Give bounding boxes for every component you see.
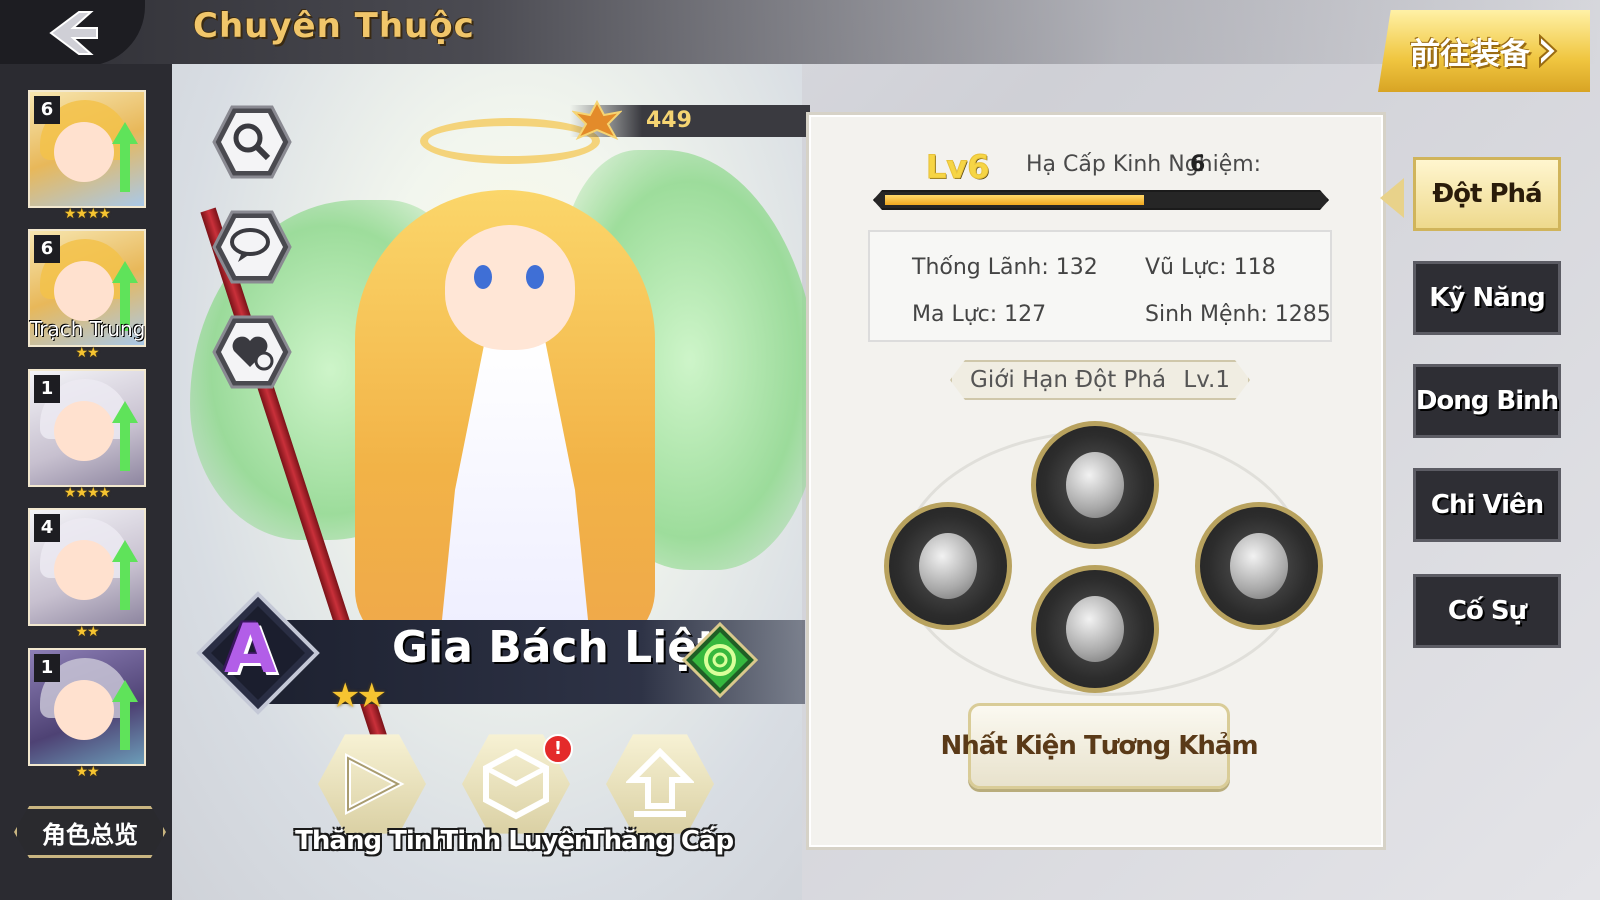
search-icon [212,105,292,179]
chevron-right-icon [1539,34,1558,68]
hero-stars: ★★ [75,345,99,361]
hero-thumb-face [54,401,114,461]
hero-thumb-face [54,122,114,182]
upgrade-arrow-icon [112,680,138,750]
stat-force-label: Vũ Lực: [1145,255,1227,280]
gem-slot-right[interactable] [1195,502,1323,630]
level-up-label: Thăng Cấp [586,826,734,856]
hero-stars: ★★★★ [63,206,111,222]
refine-label: Tinh Luyện [440,826,593,856]
chat-search-icon [212,210,292,284]
favorite-button[interactable] [212,315,292,389]
heart-plus-icon [212,315,292,389]
stat-life-value: 1285 [1274,302,1331,327]
stat-life: Sinh Mệnh: 1285 [1145,302,1331,327]
equip-all-button[interactable]: Nhất Kiện Tương Khảm [940,703,1259,789]
stat-force-value: 118 [1233,255,1276,280]
hero-card[interactable]: 6 [28,90,146,208]
hero-face [445,225,575,350]
gem-slot-bottom[interactable] [1031,565,1159,693]
tab-mercenary[interactable]: Dong Binh [1413,364,1561,438]
stat-force: Vũ Lực: 118 [1145,255,1276,280]
stat-command: Thống Lãnh: 132 [912,255,1098,280]
limit-level: Lv.1 [1183,367,1230,393]
hero-thumb-face [54,540,114,600]
hero-card[interactable]: 1 [28,648,146,766]
tab-skills[interactable]: Kỹ Năng [1413,261,1561,335]
exp-progress-bar [873,190,1329,210]
stat-life-label: Sinh Mệnh: [1145,302,1268,327]
hero-list: 6 ★★★★ 6 Trạch Trung ★★ 1 ★★★★ 4 ★★ 1 ★★ [0,64,172,900]
breakthrough-limit-label: Giới Hạn Đột Phá Lv.1 [950,360,1250,400]
equip-all-label: Nhất Kiện Tương Khảm [940,731,1258,761]
refine-icon [483,748,549,820]
hero-card[interactable]: 1 [28,369,146,487]
exp-label: Hạ Cấp Kinh Nghiệm: [1026,152,1262,177]
hero-name-label: Trạch Trung [30,317,146,341]
level-up-button[interactable]: Thăng Cấp [587,730,734,860]
tab-label: Đột Phá [1432,179,1542,209]
upgrade-arrow-icon [112,540,138,610]
hero-eye [474,265,492,289]
character-overview-button[interactable]: 角色总览 [14,806,166,858]
tab-breakthrough[interactable]: Đột Phá [1413,157,1561,231]
exp-value: 6 [1190,152,1206,177]
voice-preview-button[interactable] [212,210,292,284]
tab-label: Chi Viên [1430,490,1544,520]
ascend-icon [345,753,405,815]
tab-label: Dong Binh [1415,386,1559,416]
level-up-icon [626,748,694,817]
stat-magic-value: 127 [1004,302,1047,327]
zoom-button[interactable] [212,105,292,179]
upgrade-arrow-icon [112,401,138,471]
hero-level: 6 [34,235,60,263]
tab-pointer-icon [1380,178,1404,218]
hero-level: 1 [34,375,60,403]
stat-magic: Ma Lực: 127 [912,302,1046,327]
ascend-label: Thăng Tinh [295,826,450,856]
limit-text: Giới Hạn Đột Phá [970,367,1167,393]
hero-level: 1 [34,654,60,682]
hero-stars: ★★★★ [63,485,111,501]
equipment-level: Lv6 [926,148,991,187]
hero-star-rating: ★★ [330,676,387,716]
gem-slot-left[interactable] [884,502,1012,630]
ascend-button[interactable]: Thăng Tinh [295,730,450,860]
hero-stars: ★★ [75,764,99,780]
hero-stars: ★★ [75,624,99,640]
stat-magic-label: Ma Lực: [912,302,998,327]
gem-slot-top[interactable] [1031,421,1159,549]
power-value: 449 [646,108,692,133]
tab-story[interactable]: Cố Sự [1413,574,1561,648]
hero-level: 4 [34,514,60,542]
hero-level: 6 [34,96,60,124]
upgrade-arrow-icon [112,122,138,192]
hero-thumb-face [54,680,114,740]
tab-support[interactable]: Chi Viên [1413,468,1561,542]
alert-badge: ! [543,734,573,764]
hero-card[interactable]: 4 [28,508,146,626]
element-swirl-icon [682,622,758,698]
hero-eye [526,265,544,289]
stat-command-value: 132 [1055,255,1098,280]
exp-progress-fill [885,195,1144,205]
hero-thumb-face [54,261,114,321]
page-title: Chuyên Thuộc [193,6,475,46]
rank-letter: A [224,610,277,689]
character-overview-label: 角色总览 [42,820,138,849]
power-icon [572,100,622,140]
goto-equipment-button[interactable]: 前往装备 [1378,10,1590,92]
tab-label: Cố Sự [1447,596,1527,626]
back-arrow-icon [48,11,98,55]
stat-command-label: Thống Lãnh: [912,255,1049,280]
tab-label: Kỹ Năng [1429,283,1546,313]
hero-name: Gia Bách Liệt [392,622,719,673]
goto-equipment-label: 前往装备 [1410,37,1530,72]
